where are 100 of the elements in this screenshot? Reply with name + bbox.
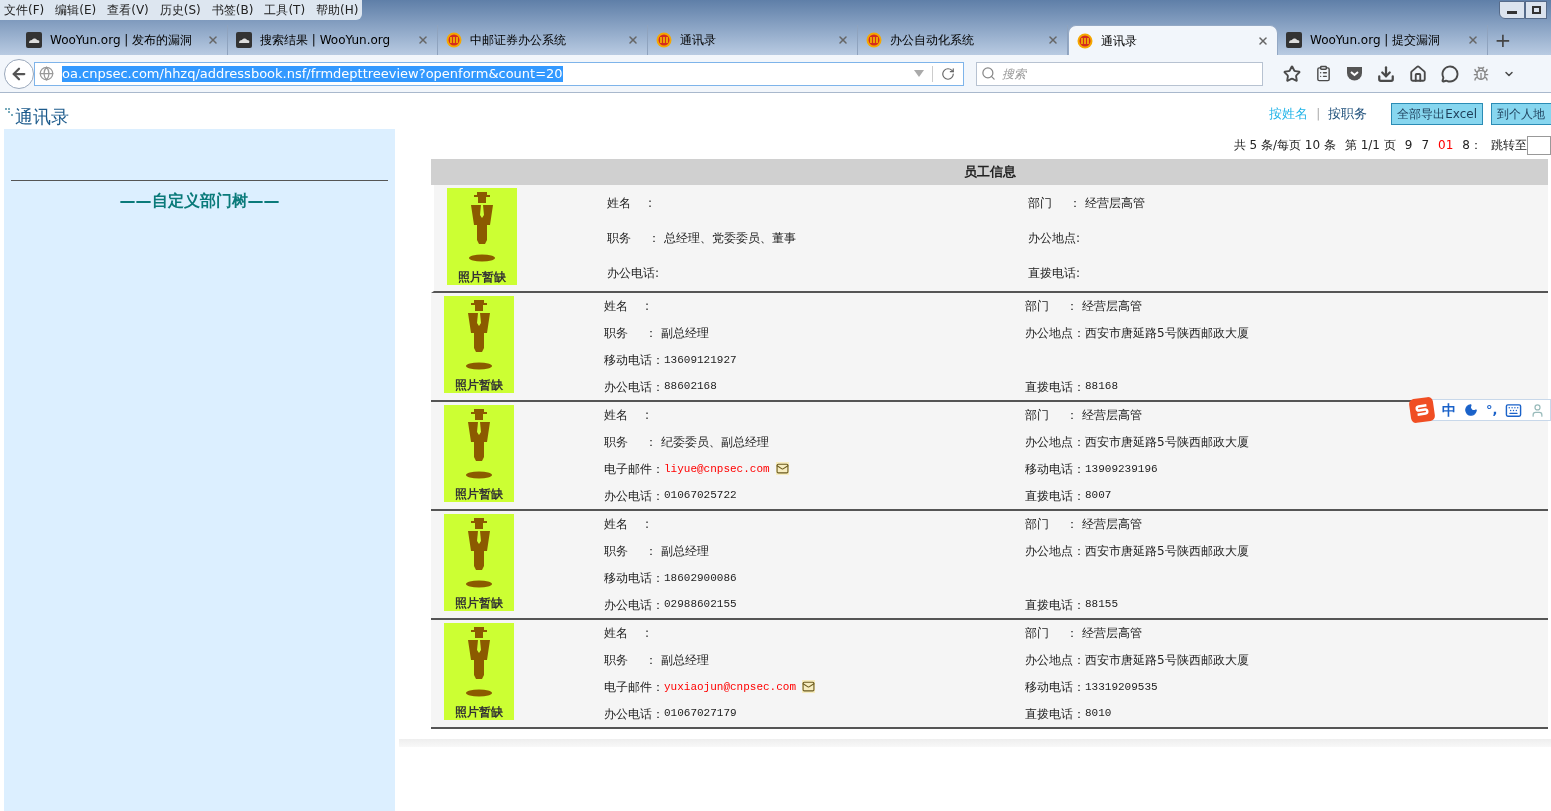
pocket-icon[interactable] [1346,65,1363,82]
menu-item[interactable]: 查看(V) [107,1,149,19]
export-excel-button[interactable]: 全部导出Excel [1391,102,1483,125]
field-value: 副总经理 [661,543,709,561]
menu-item[interactable]: 编辑(E) [55,1,97,19]
field-label: 直拨电话： [1025,705,1085,723]
field-label: 办公地点： [1025,434,1085,452]
keyboard-icon[interactable] [1505,401,1523,419]
field-colon: : [644,516,651,534]
field-label: 移动电话： [604,569,664,587]
field-label: 办公电话： [604,487,664,505]
photo-caption: 照片暂缺 [458,271,506,283]
field-label: 办公电话： [604,596,664,614]
emblem-icon [656,32,672,48]
table-header: 员工信息 [431,159,1548,185]
download-icon[interactable] [1377,64,1395,83]
close-icon[interactable] [1047,34,1059,46]
field-value: 经营层高管 [1085,194,1145,212]
sort-link[interactable]: 按职务 [1328,103,1368,124]
field-label: 姓名 [604,516,628,534]
menu-item[interactable]: 历史(S) [159,1,201,19]
emblem-icon [446,32,462,48]
reload-icon[interactable] [941,66,955,81]
field-label: 部门 [1025,407,1049,425]
field-value: 经营层高管 [1082,516,1142,534]
close-icon[interactable] [627,34,639,46]
field-label: 职务 [604,325,628,343]
moon-icon[interactable] [1464,403,1478,417]
personal-address-button[interactable]: 到个人地 [1491,102,1551,125]
menu-item[interactable]: 文件(F) [4,1,45,19]
restore-button[interactable] [1525,1,1547,19]
field-value: 13319209535 [1085,679,1158,695]
star-icon[interactable] [1283,64,1301,83]
field-label: 办公地点: [1028,230,1081,247]
emblem-icon [1077,32,1093,49]
email-link[interactable]: yuxiaojun@cnpsec.com [664,678,797,696]
jump-page-field[interactable] [1527,135,1551,155]
field-value: 01067027179 [664,706,737,722]
menu-item[interactable]: 书签(B) [211,1,254,19]
close-icon[interactable] [1257,34,1269,47]
pagination-text[interactable]: 9 [1404,136,1413,154]
close-icon[interactable] [837,34,849,46]
dotted-icon [4,107,13,116]
field-label: 部门 [1025,625,1049,643]
field-label: 部门 [1025,516,1049,534]
pagination-text: 共 5 条/每页 10 条 [1233,137,1336,154]
field-label: 直拨电话： [1025,378,1085,396]
pagination-text[interactable]: 01 [1438,136,1454,154]
field-label: 职务 [604,434,628,452]
field-value: 西安市唐延路5号陕西邮政大厦 [1085,325,1249,343]
field-value: 13909239196 [1085,461,1158,477]
field-label: 办公地点： [1025,325,1085,343]
close-icon[interactable] [417,34,429,46]
field-value: 8010 [1085,706,1112,722]
email-link[interactable]: liyue@cnpsec.com [664,460,770,478]
field-colon: : [644,407,651,425]
field-label: 职务 [604,543,628,561]
pagination-text: 第 1/1 页 [1344,137,1396,154]
person-figure-drawing [464,518,494,590]
browser-tab[interactable]: 通讯录 [1068,25,1278,55]
photo-caption: 照片暂缺 [455,706,503,718]
menu-item[interactable]: 帮助(H) [316,1,359,19]
mail-icon[interactable] [802,680,816,694]
field-label: 办公电话： [604,705,664,723]
field-label: 姓名 [607,194,631,212]
field-value: 13609121927 [664,352,737,368]
minimize-button[interactable] [1499,1,1525,19]
field-value: 18602900086 [664,570,737,586]
field-value: 总经理、党委委员、董事 [664,230,796,247]
page-title: 通讯录 [15,108,69,126]
field-label: 姓名 [604,298,628,316]
field-label: 移动电话： [604,351,664,369]
back-button[interactable] [4,58,34,89]
home-icon[interactable] [1409,64,1427,83]
pagination-text[interactable]: 7 [1421,136,1430,154]
reading-list-icon[interactable] [1315,65,1332,82]
field-colon: ： [1065,625,1079,643]
close-icon[interactable] [1467,34,1479,46]
field-colon: ： [1065,407,1079,425]
field-value: 01067025722 [664,488,737,504]
close-icon[interactable] [207,34,219,46]
globe-icon [39,66,54,81]
punctuation-mode[interactable]: °, [1486,400,1498,420]
field-label: 职务 [607,230,631,247]
tree-title: ——自定义部门树—— [118,190,281,212]
cloud-icon [1286,32,1302,48]
new-tab-button[interactable]: + [1488,25,1518,55]
field-label: 部门 [1028,194,1052,212]
field-value: 88602168 [664,379,717,395]
mail-icon[interactable] [775,462,789,476]
menu-item[interactable]: 工具(T) [264,1,306,19]
chat-icon[interactable] [1441,64,1459,83]
bug-icon[interactable] [1473,65,1489,82]
field-colon: ： [644,543,658,561]
photo-caption: 照片暂缺 [455,488,503,500]
field-colon: ： [647,230,661,247]
pagination-text[interactable]: 8： [1462,136,1482,154]
field-value: 88155 [1085,597,1118,613]
search-icon [981,66,996,81]
ime-mode[interactable]: 中 [1442,399,1456,421]
